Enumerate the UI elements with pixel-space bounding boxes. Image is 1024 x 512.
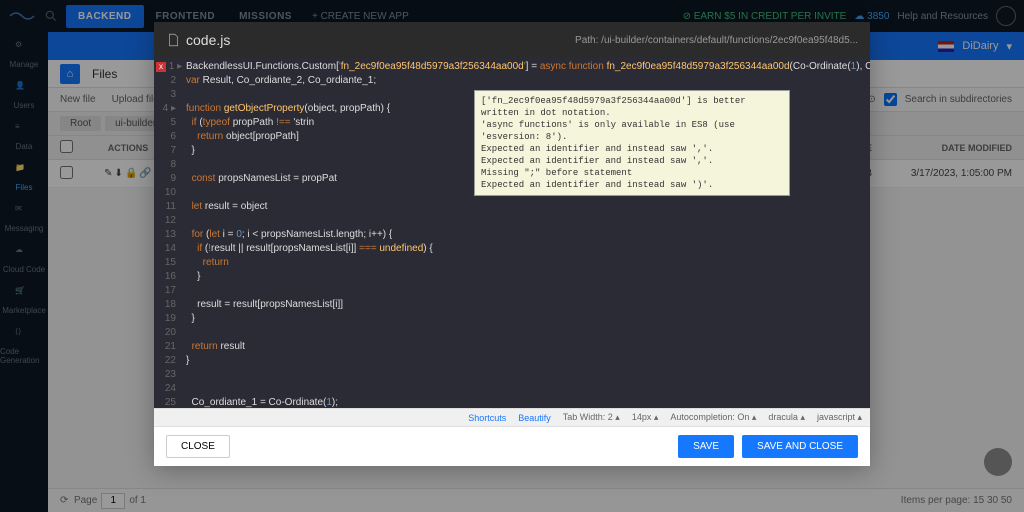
modal-title: code.js [186, 32, 230, 48]
font-size[interactable]: 14px ▴ [632, 412, 659, 423]
close-button[interactable]: CLOSE [166, 435, 230, 458]
theme[interactable]: dracula ▴ [768, 412, 805, 423]
tab-width[interactable]: Tab Width: 2 ▴ [563, 412, 620, 423]
shortcuts-link[interactable]: Shortcuts [468, 413, 506, 423]
save-close-button[interactable]: SAVE AND CLOSE [742, 435, 858, 458]
editor-status-bar: Shortcuts Beautify Tab Width: 2 ▴ 14px ▴… [154, 408, 870, 426]
modal-header: code.js Path: /ui-builder/containers/def… [154, 22, 870, 58]
file-icon [166, 33, 180, 47]
save-button[interactable]: SAVE [678, 435, 734, 458]
lang[interactable]: javascript ▴ [817, 412, 862, 423]
beautify-link[interactable]: Beautify [518, 413, 551, 423]
lint-tooltip: ['fn_2ec9f0ea95f48d5979a3f256344aa00d'] … [474, 90, 790, 196]
chat-fab[interactable] [984, 448, 1012, 476]
gutter: x 1 ▸ 2 3 4 ▸ 5 6 7 8 9 10 11 12 13 14 1… [154, 58, 182, 408]
code-editor[interactable]: x 1 ▸ 2 3 4 ▸ 5 6 7 8 9 10 11 12 13 14 1… [154, 58, 870, 408]
modal-path: Path: /ui-builder/containers/default/fun… [575, 35, 858, 46]
code-editor-modal: code.js Path: /ui-builder/containers/def… [154, 22, 870, 466]
modal-footer: CLOSE SAVE SAVE AND CLOSE [154, 426, 870, 466]
autocomplete[interactable]: Autocompletion: On ▴ [670, 412, 756, 423]
